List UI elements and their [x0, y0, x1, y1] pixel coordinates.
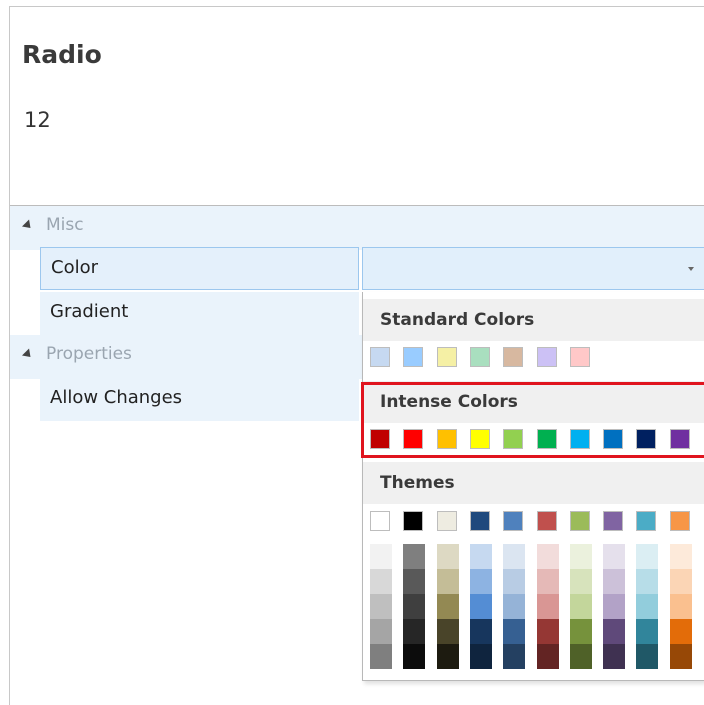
- theme-shade-swatch[interactable]: [670, 569, 692, 594]
- theme-shade-swatch[interactable]: [403, 594, 425, 619]
- theme-shade-swatch[interactable]: [437, 569, 459, 594]
- theme-shade-swatch[interactable]: [670, 594, 692, 619]
- theme-shade-swatch[interactable]: [370, 619, 392, 644]
- theme-shade-swatch[interactable]: [503, 619, 525, 644]
- theme-shade-swatch[interactable]: [470, 544, 492, 569]
- theme-shade-swatch[interactable]: [437, 619, 459, 644]
- theme-shade-swatch[interactable]: [636, 594, 658, 619]
- theme-base-swatch[interactable]: [670, 511, 690, 531]
- color-dropdown[interactable]: [362, 247, 704, 290]
- section-title: Themes: [380, 473, 455, 493]
- theme-shade-swatch[interactable]: [603, 644, 625, 669]
- theme-shade-swatch[interactable]: [670, 544, 692, 569]
- property-name-cell[interactable]: Color: [40, 247, 359, 290]
- theme-shade-swatch[interactable]: [570, 619, 592, 644]
- property-name-label: Gradient: [50, 301, 129, 322]
- theme-shade-swatch[interactable]: [537, 644, 559, 669]
- theme-shade-swatch[interactable]: [403, 569, 425, 594]
- theme-base-swatch[interactable]: [570, 511, 590, 531]
- property-name-cell[interactable]: Gradient: [40, 292, 359, 335]
- theme-shade-swatch[interactable]: [503, 569, 525, 594]
- property-name-cell[interactable]: Allow Changes: [40, 378, 359, 421]
- theme-shade-swatch[interactable]: [403, 619, 425, 644]
- theme-shade-swatch[interactable]: [470, 619, 492, 644]
- section-themes: Themes: [363, 462, 704, 504]
- theme-shade-swatch[interactable]: [570, 594, 592, 619]
- theme-shade-swatch[interactable]: [603, 594, 625, 619]
- theme-shade-swatch[interactable]: [503, 644, 525, 669]
- category-label: Properties: [46, 344, 132, 364]
- theme-shade-swatch[interactable]: [470, 594, 492, 619]
- theme-shade-swatch[interactable]: [603, 619, 625, 644]
- theme-shade-swatch[interactable]: [636, 619, 658, 644]
- standard-color-swatch[interactable]: [370, 347, 390, 367]
- theme-shade-swatch[interactable]: [370, 644, 392, 669]
- collapse-triangle-icon[interactable]: [21, 348, 35, 361]
- theme-shade-swatch[interactable]: [670, 644, 692, 669]
- category-misc[interactable]: Misc: [10, 206, 704, 250]
- property-value-display: 12: [24, 108, 51, 132]
- theme-shade-swatch[interactable]: [470, 569, 492, 594]
- color-picker-popup: Standard Colors Intense Colors Themes: [362, 292, 704, 681]
- category-label: Misc: [46, 215, 84, 235]
- theme-shade-swatch[interactable]: [570, 569, 592, 594]
- theme-shade-swatch[interactable]: [503, 544, 525, 569]
- theme-shade-swatch[interactable]: [437, 594, 459, 619]
- standard-color-swatch[interactable]: [470, 347, 490, 367]
- theme-base-swatch[interactable]: [370, 511, 390, 531]
- standard-color-swatch[interactable]: [437, 347, 457, 367]
- theme-shade-swatch[interactable]: [437, 544, 459, 569]
- theme-shade-swatch[interactable]: [570, 544, 592, 569]
- theme-shade-swatch[interactable]: [636, 644, 658, 669]
- theme-shade-swatch[interactable]: [670, 619, 692, 644]
- section-title: Standard Colors: [380, 310, 535, 330]
- theme-shade-swatch[interactable]: [503, 594, 525, 619]
- theme-shade-swatch[interactable]: [636, 544, 658, 569]
- theme-shade-swatch[interactable]: [403, 544, 425, 569]
- page-title: Radio: [22, 40, 102, 69]
- theme-base-swatch[interactable]: [603, 511, 623, 531]
- standard-color-swatch[interactable]: [570, 347, 590, 367]
- theme-shade-swatch[interactable]: [537, 594, 559, 619]
- standard-color-swatch[interactable]: [537, 347, 557, 367]
- theme-shade-swatch[interactable]: [603, 544, 625, 569]
- theme-base-swatch[interactable]: [636, 511, 656, 531]
- property-header: [10, 7, 704, 205]
- property-name-label: Allow Changes: [50, 387, 183, 408]
- theme-shade-swatch[interactable]: [636, 569, 658, 594]
- theme-shade-swatch[interactable]: [403, 644, 425, 669]
- theme-shade-swatch[interactable]: [570, 644, 592, 669]
- theme-shade-swatch[interactable]: [537, 619, 559, 644]
- standard-color-swatch[interactable]: [503, 347, 523, 367]
- chevron-down-icon[interactable]: [688, 267, 694, 271]
- theme-shade-swatch[interactable]: [370, 544, 392, 569]
- theme-base-swatch[interactable]: [503, 511, 523, 531]
- theme-shade-swatch[interactable]: [370, 569, 392, 594]
- theme-shade-swatch[interactable]: [537, 569, 559, 594]
- theme-shade-swatch[interactable]: [370, 594, 392, 619]
- standard-color-swatch[interactable]: [403, 347, 423, 367]
- collapse-triangle-icon[interactable]: [21, 219, 35, 232]
- property-row-color[interactable]: Color: [10, 247, 704, 291]
- theme-shade-swatch[interactable]: [470, 644, 492, 669]
- theme-base-swatch[interactable]: [470, 511, 490, 531]
- property-name-label: Color: [51, 257, 98, 278]
- theme-shade-swatch[interactable]: [537, 544, 559, 569]
- intense-colors-highlight: [361, 382, 704, 458]
- theme-base-swatch[interactable]: [537, 511, 557, 531]
- theme-base-swatch[interactable]: [437, 511, 457, 531]
- theme-base-swatch[interactable]: [403, 511, 423, 531]
- theme-shade-swatch[interactable]: [437, 644, 459, 669]
- section-standard-colors: Standard Colors: [363, 299, 704, 341]
- theme-shade-swatch[interactable]: [603, 569, 625, 594]
